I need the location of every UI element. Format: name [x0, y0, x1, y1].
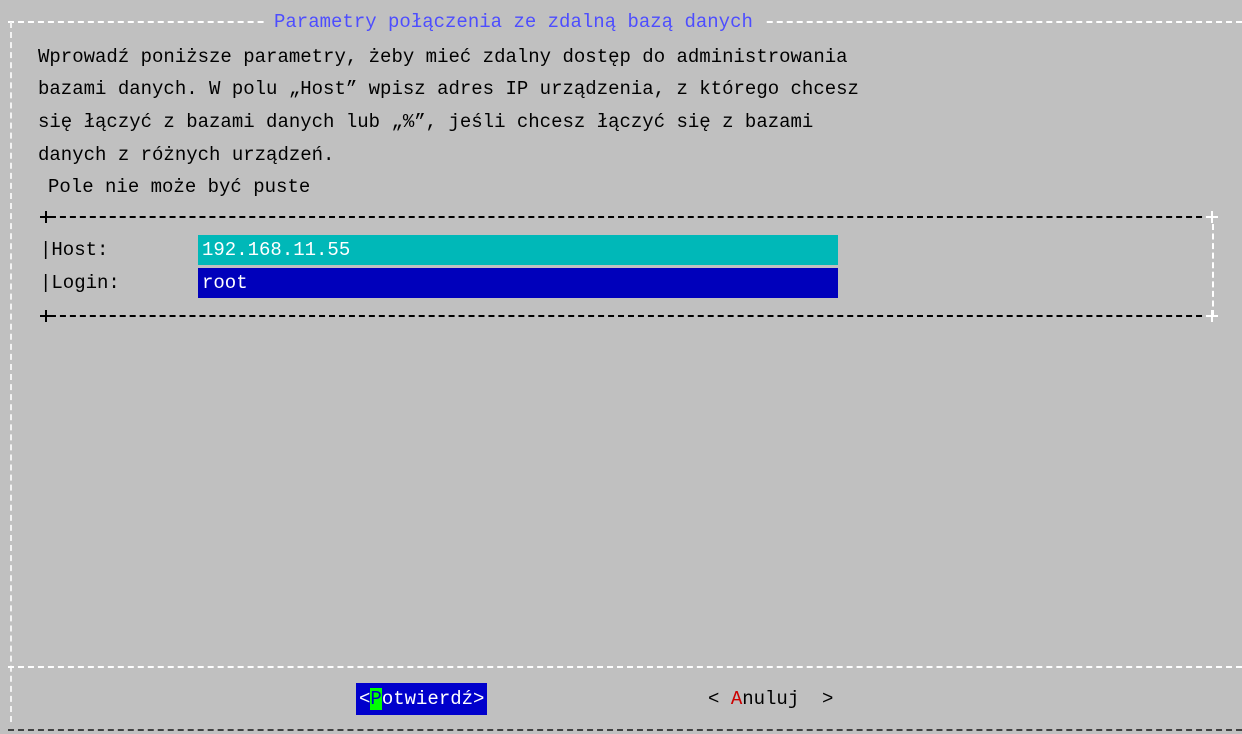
- login-input[interactable]: root: [198, 268, 838, 298]
- login-label: |Login:: [40, 272, 120, 294]
- description-line: Wprowadź poniższe parametry, żeby mieć z…: [38, 46, 848, 68]
- dialog-bottom-border: [8, 729, 1242, 731]
- form-corner-bottom-right: [1206, 310, 1218, 322]
- cancel-button-close: >: [799, 688, 834, 710]
- host-label: |Host:: [40, 239, 109, 261]
- description-line: się łączyć z bazami danych lub „%”, jeśl…: [38, 111, 814, 133]
- cancel-button-hotkey: A: [730, 688, 743, 710]
- description-line: bazami danych. W polu „Host” wpisz adres…: [38, 78, 859, 100]
- dialog-button-separator: [8, 666, 1242, 668]
- form-bottom-border: [40, 315, 1212, 317]
- host-input[interactable]: 192.168.11.55: [198, 235, 838, 265]
- form-right-border: [1212, 224, 1214, 316]
- cancel-button-open: <: [708, 688, 731, 710]
- form-corner-bottom-left: [40, 310, 52, 322]
- dialog-window: Parametry połączenia ze zdalną bazą dany…: [0, 0, 1242, 734]
- confirm-button-close: >: [473, 688, 485, 710]
- confirm-button-open: <: [359, 688, 371, 710]
- dialog-left-border: [10, 22, 12, 722]
- dialog-title: Parametry połączenia ze zdalną bazą dany…: [264, 10, 763, 34]
- form-corner-top-right: [1206, 211, 1218, 223]
- confirm-button[interactable]: <Potwierdź>: [356, 683, 488, 715]
- cancel-button[interactable]: < Anuluj >: [708, 683, 833, 715]
- description-line: danych z różnych urządzeń.: [38, 144, 335, 166]
- form-top-border: [40, 216, 1212, 218]
- cancel-button-label: nuluj: [742, 688, 800, 710]
- login-row: |Login: root: [40, 268, 838, 298]
- validation-warning: Pole nie może być puste: [48, 176, 311, 198]
- confirm-button-hotkey: P: [370, 688, 382, 710]
- confirm-button-label: otwierdź: [381, 688, 474, 710]
- form-corner-top-left: [40, 211, 52, 223]
- host-row: |Host: 192.168.11.55: [40, 235, 838, 265]
